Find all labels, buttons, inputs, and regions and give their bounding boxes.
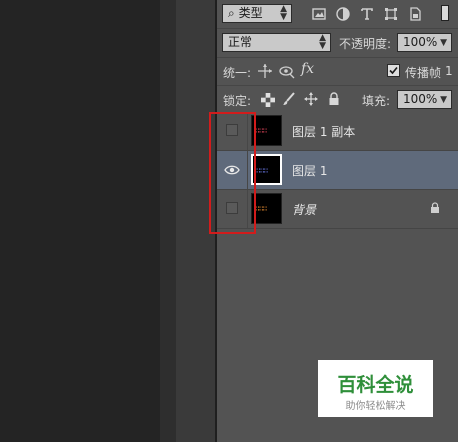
propagate-frame-number: 1 <box>445 64 453 78</box>
highlight-annotation-box <box>209 112 256 234</box>
watermark-title: 百科全说 <box>337 374 414 396</box>
fill-field[interactable]: 100% ▼ <box>397 90 452 109</box>
lock-icon <box>431 202 439 213</box>
lock-row: 锁定: 填充: 100% ▼ <box>217 85 458 113</box>
document-canvas-area <box>0 0 160 442</box>
propagate-frame-label: 传播帧 <box>405 66 442 80</box>
lock-transparent-pixels-icon[interactable] <box>261 93 275 107</box>
fill-value: 100% <box>403 92 438 106</box>
shape-filter-icon[interactable] <box>384 7 398 21</box>
search-icon: ⌕ <box>228 6 235 20</box>
updown-arrows-icon: ▲ ▼ <box>319 33 326 51</box>
propagate-frame-checkbox[interactable] <box>387 64 400 77</box>
chevron-down-icon: ▼ <box>440 38 447 48</box>
blend-mode-value: 正常 <box>228 35 253 49</box>
opacity-label: 不透明度: <box>339 37 392 51</box>
unify-position-icon[interactable] <box>257 63 273 79</box>
unify-style-icon[interactable]: fx <box>301 61 314 77</box>
layer-name[interactable]: 背景 <box>292 201 316 218</box>
lock-position-icon[interactable] <box>304 92 318 106</box>
unify-label: 统一: <box>223 66 252 80</box>
checkmark-icon <box>389 66 398 75</box>
blend-row: 正常 ▲ ▼ 不透明度: 100% ▼ <box>217 28 458 57</box>
layer-name[interactable]: 图层 1 副本 <box>292 123 355 140</box>
smart-object-filter-icon[interactable] <box>408 7 422 21</box>
filter-kind-label: 类型 <box>238 6 263 20</box>
layer-filter-row: ⌕ 类型 ▲ ▼ <box>217 0 458 28</box>
thumbnail-art: ∷∷∷ <box>256 166 268 175</box>
watermark-logo: 百科全说 助你轻松解决 <box>318 360 433 417</box>
updown-arrows-icon: ▲ ▼ <box>280 4 287 22</box>
filter-kind-dropdown[interactable]: ⌕ 类型 ▲ ▼ <box>222 4 292 23</box>
adjustment-filter-icon[interactable] <box>336 7 350 21</box>
image-filter-icon[interactable] <box>312 7 326 21</box>
thumbnail-art: ∷∷∷ <box>255 126 267 135</box>
chevron-down-icon: ▼ <box>440 95 447 105</box>
type-filter-icon[interactable] <box>360 7 374 21</box>
lock-all-icon[interactable] <box>327 92 341 106</box>
unify-visibility-icon[interactable] <box>279 63 295 79</box>
blend-mode-dropdown[interactable]: 正常 ▲ ▼ <box>222 33 331 52</box>
opacity-field[interactable]: 100% ▼ <box>397 33 452 52</box>
thumbnail-art: ∷∷∷ <box>255 204 267 213</box>
unify-row: 统一: fx 传播帧 1 <box>217 57 458 85</box>
lock-image-pixels-icon[interactable] <box>282 92 296 106</box>
opacity-value: 100% <box>403 35 438 49</box>
filter-toggle-switch[interactable] <box>441 5 449 21</box>
lock-label: 锁定: <box>223 94 252 108</box>
dock-scroll-strip <box>160 0 176 442</box>
layer-name[interactable]: 图层 1 <box>292 162 327 179</box>
fill-label: 填充: <box>362 94 391 108</box>
watermark-subtitle: 助你轻松解决 <box>345 401 406 412</box>
